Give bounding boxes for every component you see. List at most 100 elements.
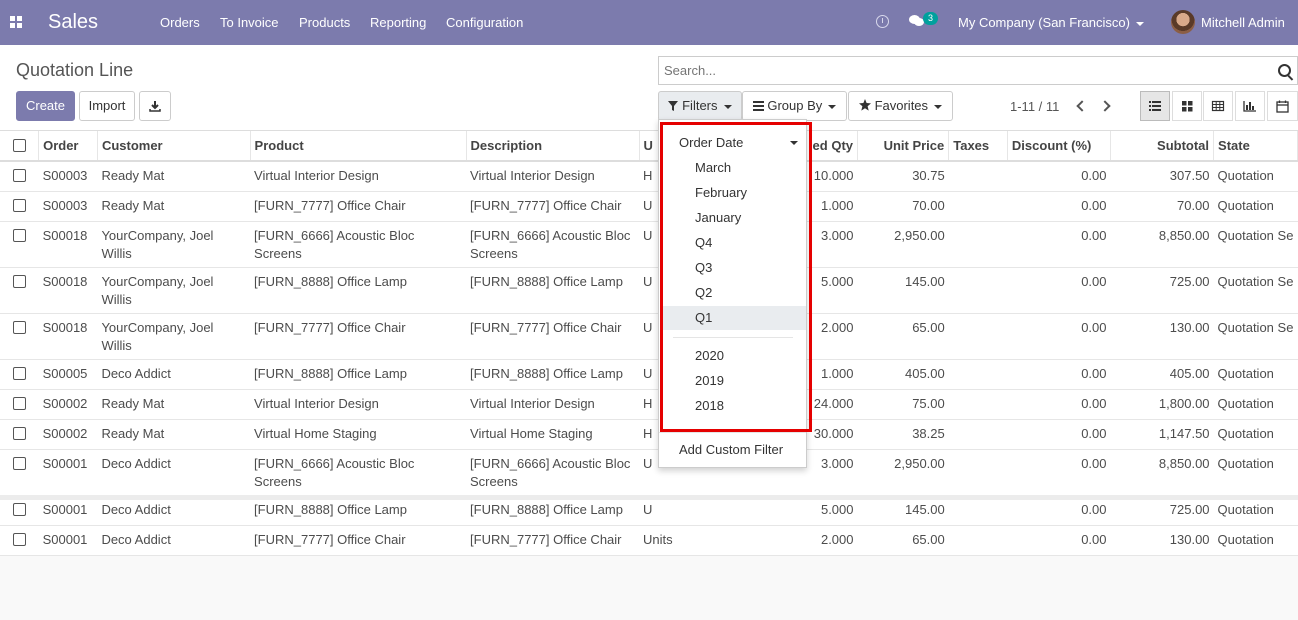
table-row[interactable]: S00018 YourCompany, Joel Willis [FURN_8888… (0, 267, 1298, 314)
cell-price: 145.00 (857, 495, 949, 526)
column-header-taxes[interactable]: Taxes (948, 131, 1008, 162)
cell-product: [FURN_7777] Office Chair (250, 191, 467, 222)
cell-order: S00005 (38, 359, 98, 390)
menu-products[interactable]: Products (299, 15, 350, 30)
pager-value[interactable]: 1-11 / 11 (1010, 99, 1059, 114)
cell-subtotal: 130.00 (1110, 313, 1214, 360)
cell-description: [FURN_7777] Office Chair (466, 313, 640, 360)
import-button[interactable]: Import (79, 91, 135, 121)
cell-price: 75.00 (857, 389, 949, 420)
top-navbar: Sales Orders To Invoice Products Reporti… (0, 0, 1298, 45)
menu-orders[interactable]: Orders (160, 15, 200, 30)
table-row[interactable]: S00002 Ready Mat Virtual Home Staging Virtu… (0, 419, 1298, 450)
column-header-customer[interactable]: Customer (97, 131, 251, 162)
row-select-checkbox[interactable] (12, 503, 26, 516)
table-row[interactable]: S00018 YourCompany, Joel Willis [FURN_7777… (0, 313, 1298, 360)
cell-taxes (948, 525, 1008, 556)
cell-description: Virtual Home Staging (466, 419, 640, 450)
row-select-checkbox[interactable] (12, 321, 26, 334)
messaging-chat-icon[interactable] (909, 15, 924, 27)
menu-configuration[interactable]: Configuration (446, 15, 523, 30)
cell-state: Quotation (1213, 161, 1298, 192)
table-row[interactable]: S00001 Deco Addict [FURN_7777] Office Chai… (0, 525, 1298, 556)
filters-label: Filters (682, 98, 718, 113)
kanban-view-icon (1182, 101, 1193, 112)
column-header-description[interactable]: Description (466, 131, 640, 162)
search-bar (658, 56, 1298, 85)
cell-taxes (948, 495, 1008, 526)
favorites-button[interactable]: Favorites (848, 91, 953, 121)
cell-description: [FURN_8888] Office Lamp (466, 495, 640, 526)
row-select-checkbox[interactable] (12, 367, 26, 380)
cell-state: Quotation (1213, 419, 1298, 450)
select-all-checkbox[interactable] (12, 138, 26, 152)
cell-price: 65.00 (857, 525, 949, 556)
row-select-checkbox[interactable] (12, 199, 26, 212)
filters-button[interactable]: Filters (658, 91, 742, 121)
calendar-view-button[interactable] (1267, 91, 1298, 121)
cell-subtotal: 405.00 (1110, 359, 1214, 390)
cell-customer: Ready Mat (97, 389, 251, 420)
graph-view-button[interactable] (1235, 91, 1265, 121)
cell-state: Quotation Se (1213, 313, 1298, 360)
caret-down-icon (934, 104, 943, 109)
kanban-view-button[interactable] (1172, 91, 1202, 121)
table-row[interactable]: S00003 Ready Mat Virtual Interior Design Vi… (0, 161, 1298, 192)
cell-product: Virtual Home Staging (250, 419, 467, 450)
column-header-subtotal[interactable]: Subtotal (1110, 131, 1215, 162)
cell-taxes (948, 449, 1008, 496)
add-custom-filter-button[interactable]: Add Custom Filter (660, 438, 806, 462)
cell-customer: Ready Mat (97, 161, 251, 192)
row-select-checkbox[interactable] (12, 457, 26, 470)
table-row[interactable]: S00002 Ready Mat Virtual Interior Design Vi… (0, 389, 1298, 420)
cell-subtotal: 1,147.50 (1110, 419, 1214, 450)
apps-menu-icon[interactable] (10, 16, 22, 28)
table-row[interactable]: S00005 Deco Addict [FURN_8888] Office Lamp… (0, 359, 1298, 390)
list-view-button[interactable] (1140, 91, 1170, 121)
row-select-checkbox[interactable] (12, 229, 26, 242)
table-row[interactable]: S00018 YourCompany, Joel Willis [FURN_6666… (0, 221, 1298, 268)
column-header-discount[interactable]: Discount (%) (1007, 131, 1112, 162)
row-select-checkbox[interactable] (12, 533, 26, 546)
company-switcher[interactable]: My Company (San Francisco) (958, 15, 1144, 30)
column-header-unit-price[interactable]: Unit Price (857, 131, 950, 162)
cell-taxes (948, 419, 1008, 450)
create-button[interactable]: Create (16, 91, 75, 121)
column-header-state[interactable]: State (1213, 131, 1298, 162)
filter-funnel-icon (668, 101, 679, 111)
cell-state: Quotation (1213, 449, 1298, 496)
row-select-checkbox[interactable] (12, 427, 26, 440)
pivot-view-button[interactable] (1203, 91, 1233, 121)
user-menu[interactable]: Mitchell Admin (1201, 15, 1285, 30)
row-select-checkbox[interactable] (12, 275, 26, 288)
column-header-product[interactable]: Product (250, 131, 467, 162)
row-select-checkbox[interactable] (12, 169, 26, 182)
table-row[interactable]: S00001 Deco Addict [FURN_8888] Office Lamp… (0, 495, 1298, 526)
menu-to-invoice[interactable]: To Invoice (220, 15, 279, 30)
cell-product: Virtual Interior Design (250, 389, 467, 420)
user-avatar[interactable] (1171, 10, 1195, 34)
cell-order: S00002 (38, 419, 98, 450)
cell-description: [FURN_7777] Office Chair (466, 525, 640, 556)
search-icon[interactable] (1278, 64, 1291, 77)
table-row[interactable]: S00003 Ready Mat [FURN_7777] Office Chair[… (0, 191, 1298, 222)
pager-next-icon[interactable] (1099, 100, 1111, 112)
company-name: My Company (San Francisco) (958, 15, 1130, 30)
table-row[interactable]: S00001 Deco Addict [FURN_6666] Acoustic Bl… (0, 449, 1298, 496)
row-select-checkbox[interactable] (12, 397, 26, 410)
cell-state: Quotation (1213, 495, 1298, 526)
download-button[interactable] (139, 91, 171, 121)
cell-customer: Ready Mat (97, 419, 251, 450)
cell-state: Quotation (1213, 525, 1298, 556)
cell-subtotal: 130.00 (1110, 525, 1214, 556)
column-header-order[interactable]: Order (38, 131, 98, 162)
search-input[interactable] (659, 57, 1259, 84)
star-icon (858, 99, 871, 111)
list-bars-icon (752, 101, 764, 111)
pager-previous-icon[interactable] (1076, 100, 1088, 112)
menu-reporting[interactable]: Reporting (370, 15, 426, 30)
quotation-lines-table: Order Customer Product Description U ed … (0, 131, 1298, 556)
group-by-button[interactable]: Group By (742, 91, 847, 121)
activity-clock-icon[interactable] (876, 15, 889, 28)
cell-taxes (948, 191, 1008, 222)
